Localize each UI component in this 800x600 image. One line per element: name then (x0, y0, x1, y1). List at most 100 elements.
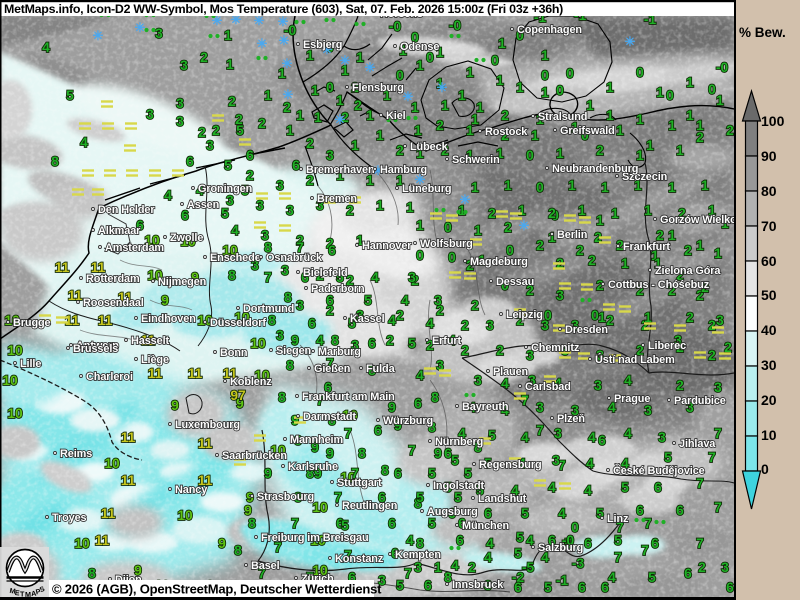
svg-text:1: 1 (598, 310, 606, 325)
svg-text:Kempten: Kempten (395, 549, 441, 561)
svg-text:6: 6 (484, 506, 492, 521)
svg-text:Fulda: Fulda (366, 363, 396, 375)
svg-text:9: 9 (218, 536, 226, 551)
svg-text:1: 1 (568, 178, 576, 193)
svg-text:Eindhoven: Eindhoven (141, 313, 196, 325)
svg-text:7: 7 (334, 490, 342, 505)
svg-text:5: 5 (364, 293, 372, 308)
svg-text:Bremen: Bremen (317, 193, 357, 205)
svg-text:% Bew.: % Bew. (739, 25, 786, 40)
svg-text:Zielona Góra: Zielona Góra (655, 265, 721, 277)
svg-text:1: 1 (441, 98, 449, 113)
svg-text:1: 1 (474, 223, 482, 238)
svg-text:1: 1 (356, 50, 364, 65)
svg-text:3: 3 (276, 328, 284, 343)
svg-text:2: 2 (708, 348, 716, 363)
svg-text:-0: -0 (716, 60, 729, 75)
svg-text:Osnabrück: Osnabrück (266, 252, 323, 264)
svg-text:4: 4 (548, 480, 556, 495)
svg-text:Frankfurt am Main: Frankfurt am Main (302, 391, 395, 403)
svg-text:7: 7 (644, 516, 652, 531)
svg-text:5: 5 (341, 518, 349, 533)
svg-text:3: 3 (716, 313, 724, 328)
svg-text:4: 4 (416, 368, 424, 383)
svg-text:3: 3 (721, 560, 729, 575)
svg-text:Carlsbad: Carlsbad (525, 381, 571, 393)
svg-text:10: 10 (7, 343, 23, 358)
svg-text:7: 7 (264, 270, 272, 285)
svg-text:6: 6 (456, 533, 464, 548)
svg-text:6: 6 (676, 503, 684, 518)
svg-text:Hamburg: Hamburg (380, 164, 427, 176)
svg-text:7: 7 (714, 426, 722, 441)
svg-text:1: 1 (531, 128, 539, 143)
svg-text:5: 5 (236, 123, 244, 138)
svg-text:6: 6 (654, 480, 662, 495)
svg-text:© 2026 (AGB), OpenStreetMap, D: © 2026 (AGB), OpenStreetMap, Deutscher W… (52, 582, 382, 597)
svg-text:10: 10 (2, 373, 18, 388)
svg-text:2: 2 (396, 143, 404, 158)
svg-text:2: 2 (198, 125, 206, 140)
svg-text:20: 20 (761, 392, 777, 408)
svg-text:Plzeň: Plzeň (557, 413, 585, 425)
svg-text:0: 0 (666, 88, 674, 103)
svg-text:Reims: Reims (60, 448, 92, 460)
svg-text:11: 11 (95, 533, 110, 548)
svg-text:3: 3 (281, 263, 289, 278)
svg-text:7: 7 (521, 393, 529, 408)
svg-text:11: 11 (188, 366, 203, 381)
svg-text:Stuttgart: Stuttgart (337, 477, 382, 489)
svg-text:1: 1 (586, 98, 594, 113)
svg-text:6: 6 (601, 580, 609, 595)
svg-text:8: 8 (278, 390, 286, 405)
svg-text:11: 11 (65, 313, 80, 328)
svg-text:5: 5 (428, 516, 436, 531)
svg-text:4: 4 (401, 293, 409, 308)
svg-text:10: 10 (74, 536, 90, 551)
svg-text:1: 1 (578, 203, 586, 218)
svg-text:Wolfsburg: Wolfsburg (420, 238, 473, 250)
svg-text:7: 7 (696, 476, 704, 491)
svg-text:11: 11 (121, 473, 136, 488)
svg-text:3: 3 (554, 426, 562, 441)
svg-text:1: 1 (596, 213, 604, 228)
svg-text:6: 6 (424, 578, 432, 593)
svg-text:Ústí nad Labem: Ústí nad Labem (595, 353, 675, 366)
svg-text:Brugge: Brugge (13, 317, 51, 329)
svg-text:4: 4 (406, 533, 414, 548)
svg-text:1: 1 (621, 256, 629, 271)
svg-text:Kassel: Kassel (350, 313, 385, 325)
svg-text:1: 1 (668, 180, 676, 195)
svg-text:1: 1 (636, 112, 644, 127)
svg-text:Hasselt: Hasselt (131, 335, 170, 347)
svg-text:1: 1 (286, 123, 294, 138)
svg-text:10: 10 (177, 508, 193, 523)
svg-text:90: 90 (761, 148, 777, 164)
svg-text:2: 2 (396, 308, 404, 323)
svg-text:11: 11 (55, 260, 70, 275)
svg-text:30: 30 (761, 357, 777, 373)
svg-text:9: 9 (326, 446, 334, 461)
svg-text:Linz: Linz (607, 513, 629, 525)
svg-text:6: 6 (308, 316, 316, 331)
svg-text:Flensburg: Flensburg (352, 82, 404, 94)
svg-text:Landshut: Landshut (478, 493, 527, 505)
svg-text:3: 3 (326, 148, 334, 163)
svg-text:-3: -3 (572, 556, 585, 571)
svg-text:4: 4 (584, 483, 592, 498)
svg-text:2: 2 (386, 333, 394, 348)
svg-text:11: 11 (98, 313, 113, 328)
svg-text:Bonn: Bonn (220, 347, 247, 359)
svg-text:5: 5 (614, 533, 622, 548)
svg-text:0: 0 (571, 520, 579, 535)
svg-text:5: 5 (544, 580, 552, 595)
svg-text:✳: ✳ (403, 89, 414, 104)
svg-text:Saarbrücken: Saarbrücken (222, 450, 287, 462)
svg-text:60: 60 (761, 253, 777, 269)
svg-text:4: 4 (388, 313, 396, 328)
svg-text:Regensburg: Regensburg (479, 459, 542, 471)
svg-text:Karlsruhe: Karlsruhe (288, 461, 338, 473)
svg-text:2: 2 (548, 206, 556, 221)
svg-text:Düsseldorf: Düsseldorf (210, 317, 266, 329)
svg-text:Liège: Liège (141, 354, 169, 366)
